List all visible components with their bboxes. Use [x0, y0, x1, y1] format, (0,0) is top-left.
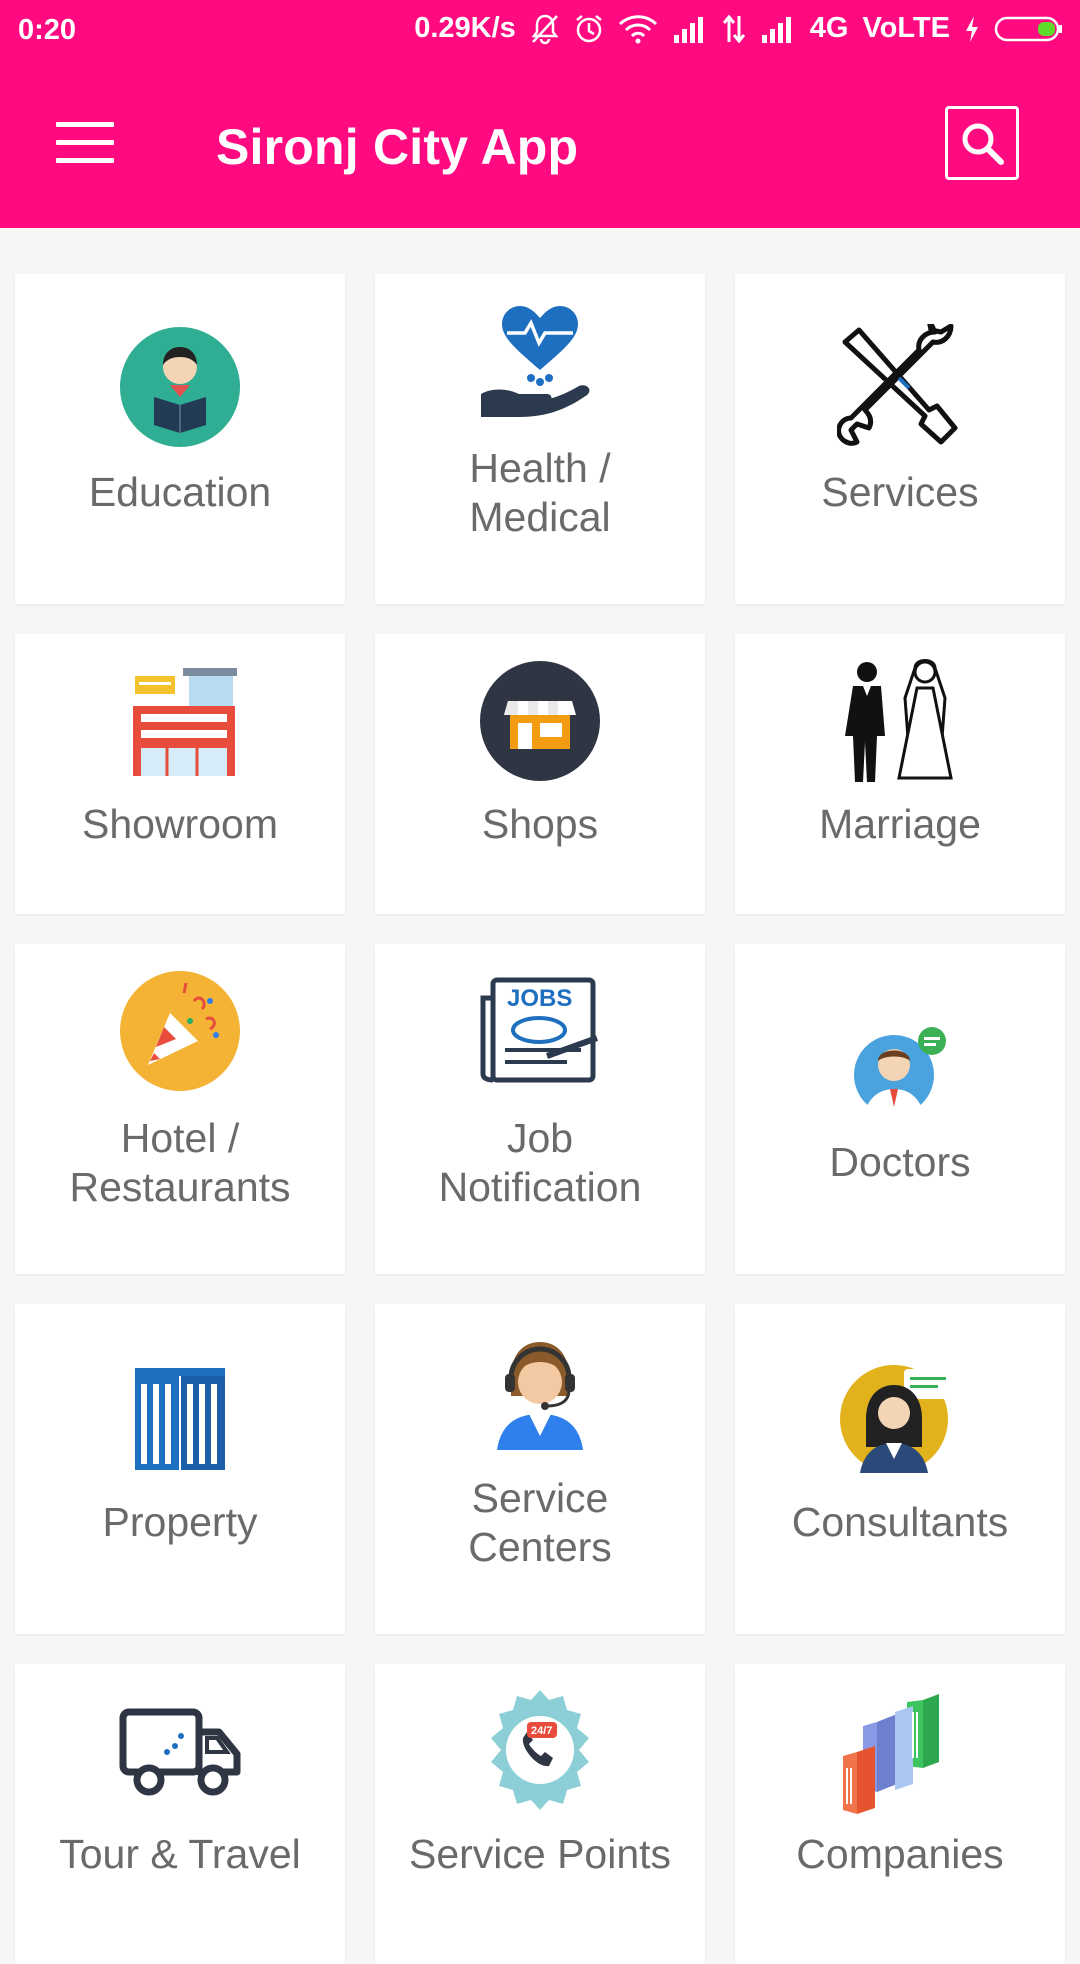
category-service-points[interactable]: 24/7 Service Points — [375, 1664, 705, 1964]
bell-muted-icon — [530, 13, 560, 45]
status-icons: 0.29K/s 4G VoLTE — [414, 12, 1064, 45]
wifi-icon — [618, 14, 658, 44]
category-label: Companies — [796, 1831, 1004, 1877]
category-tour-travel[interactable]: Tour & Travel — [15, 1664, 345, 1964]
category-label: Hotel / Restaurants — [69, 1115, 291, 1210]
status-time: 0:20 — [18, 14, 77, 46]
status-bar: 0:20 0.29K/s 4G VoLTE — [0, 0, 1080, 60]
category-label: Consultants — [791, 1499, 1009, 1545]
category-services[interactable]: Services — [735, 274, 1065, 604]
data-arrows-icon — [722, 14, 746, 44]
category-education[interactable]: Education — [15, 274, 345, 604]
category-label: Tour & Travel — [59, 1831, 301, 1877]
category-consultants[interactable]: Consultants — [735, 1304, 1065, 1634]
building-icon — [117, 1354, 243, 1480]
jobs-newspaper-icon: JOBS — [477, 968, 603, 1094]
doctor-icon — [837, 1008, 963, 1134]
category-label: Job Notification — [438, 1115, 642, 1210]
tools-icon — [837, 324, 963, 450]
svg-text:JOBS: JOBS — [507, 985, 572, 1012]
category-property[interactable]: Property — [15, 1304, 345, 1634]
category-showroom[interactable]: Showroom — [15, 634, 345, 914]
companies-icon — [837, 1688, 963, 1814]
call-agent-icon — [477, 1328, 603, 1454]
category-label: Education — [88, 469, 272, 515]
party-icon — [117, 968, 243, 1094]
charging-icon — [964, 15, 980, 43]
signal-icon — [672, 15, 708, 43]
consultant-icon — [837, 1354, 963, 1480]
category-label: Services — [821, 469, 979, 515]
app-bar: Sironj City App — [0, 60, 1080, 228]
category-label: Doctors — [829, 1139, 971, 1185]
truck-icon — [117, 1688, 243, 1814]
category-marriage[interactable]: Marriage — [735, 634, 1065, 914]
category-label: Service Centers — [468, 1475, 612, 1570]
network-type: 4G — [809, 12, 849, 44]
category-doctors[interactable]: Doctors — [735, 944, 1065, 1274]
category-label: Service Points — [408, 1831, 672, 1877]
couple-icon — [837, 658, 963, 784]
category-companies[interactable]: Companies — [735, 1664, 1065, 1964]
showroom-icon — [117, 658, 243, 784]
signal-icon-2 — [760, 15, 796, 43]
shop-icon — [477, 658, 603, 784]
battery-icon — [994, 14, 1064, 44]
category-health-medical[interactable]: Health / Medical — [375, 274, 705, 604]
category-grid: Education Health / Medical Services Showr… — [0, 228, 1080, 1964]
category-service-centers[interactable]: Service Centers — [375, 1304, 705, 1634]
category-shops[interactable]: Shops — [375, 634, 705, 914]
support-24-7-icon: 24/7 — [477, 1688, 603, 1814]
search-button[interactable] — [945, 106, 1019, 180]
page-title: Sironj City App — [216, 119, 579, 175]
search-icon — [962, 123, 1004, 165]
volte-label: VoLTE — [862, 12, 950, 44]
menu-icon[interactable] — [56, 122, 114, 163]
category-label: Shops — [481, 801, 599, 847]
net-speed: 0.29K/s — [414, 12, 516, 44]
education-icon — [117, 324, 243, 450]
category-job-notification[interactable]: JOBS Job Notification — [375, 944, 705, 1274]
svg-text:24/7: 24/7 — [531, 1725, 552, 1737]
category-label: Health / Medical — [469, 445, 611, 540]
health-icon — [477, 298, 603, 424]
category-label: Marriage — [819, 801, 981, 847]
category-label: Property — [102, 1499, 258, 1545]
alarm-icon — [574, 13, 604, 45]
category-label: Showroom — [82, 801, 278, 847]
category-hotel-restaurants[interactable]: Hotel / Restaurants — [15, 944, 345, 1274]
